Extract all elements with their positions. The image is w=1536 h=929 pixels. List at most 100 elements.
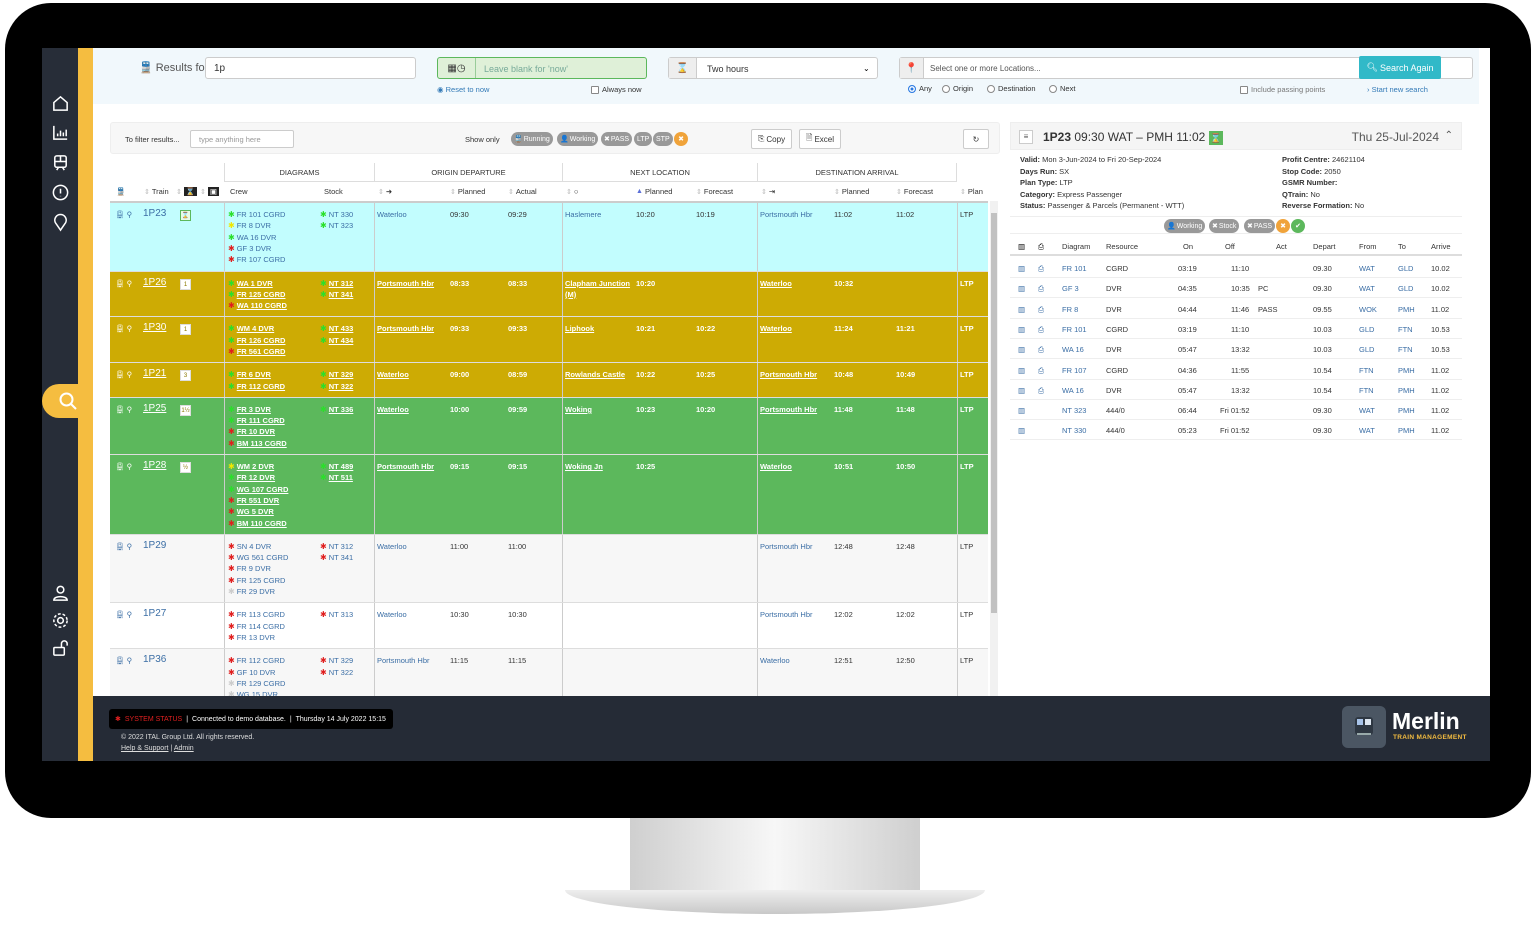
origin-location[interactable]: Portsmouth Hbr <box>377 323 447 334</box>
date-time-input[interactable]: ▦◷ Leave blank for 'now' <box>437 57 647 79</box>
crew-diagram[interactable]: FR 107 CGRD <box>237 255 286 264</box>
destination-location[interactable]: Waterloo <box>760 278 832 289</box>
train-icon[interactable] <box>50 152 70 172</box>
sort-train[interactable]: ⇕ Train <box>144 182 169 201</box>
from-location[interactable]: WAT <box>1359 284 1375 293</box>
origin-location-link[interactable]: Portsmouth Hbr <box>377 324 434 333</box>
crew-item[interactable]: ✱ FR 3 DVR <box>228 404 287 415</box>
table-row[interactable]: 🚆︎ ⚲ 1P26 1 ✱ WA 1 DVR ✱ FR 125 CGRD ✱ WA 110 CG… <box>110 271 988 318</box>
stock-item[interactable]: ✱ NT 322 <box>320 381 353 392</box>
stock-item[interactable]: ✱ NT 489 <box>320 461 353 472</box>
diagram-link[interactable]: GF 3 <box>1062 284 1079 293</box>
sort-origin-actual[interactable]: ⇕ Actual <box>508 182 537 201</box>
print-icon[interactable]: ⎙ <box>1038 264 1044 274</box>
start-new-search-link[interactable]: › Start new search <box>1367 85 1428 94</box>
destination-location-link[interactable]: Waterloo <box>760 656 790 665</box>
crew-diagram[interactable]: SN 4 DVR <box>237 542 272 551</box>
crew-item[interactable]: ✱ FR 113 CGRD <box>228 609 285 620</box>
crew-diagram[interactable]: FR 114 CGRD <box>237 622 285 631</box>
stock-item[interactable]: ✱ NT 312 <box>320 541 353 552</box>
crew-item[interactable]: ✱ WG 561 CGRD <box>228 552 288 563</box>
crew-diagram[interactable]: WG 5 DVR <box>237 507 274 516</box>
origin-location-link[interactable]: Waterloo <box>377 210 407 219</box>
sort-destination[interactable]: ⇕ ⇥ <box>761 182 775 201</box>
crew-item[interactable]: ✱ FR 112 CGRD <box>228 381 285 392</box>
from-location[interactable]: WAT <box>1359 264 1375 273</box>
clear-icon[interactable]: ✖ <box>1276 219 1290 233</box>
stock-item[interactable]: ✱ NT 434 <box>320 335 353 346</box>
location-pin-icon[interactable]: ⚲ <box>125 542 133 551</box>
from-location[interactable]: WOK <box>1359 305 1377 314</box>
diagram-row[interactable]: ▥ ⎙ FR 101 CGRD 03:19 11:10 10.03 GLD FTN 10.53 <box>1010 319 1462 339</box>
from-location[interactable]: FTN <box>1359 366 1374 375</box>
stock-item[interactable]: ✱ NT 330 <box>320 209 353 220</box>
columns-icon[interactable]: ▥ <box>1018 264 1025 273</box>
stock-unit[interactable]: NT 341 <box>329 290 354 299</box>
train-id[interactable]: 1P21 <box>143 368 166 379</box>
print-icon[interactable]: ⎙ <box>1038 386 1044 396</box>
crew-item[interactable]: ✱ FR 126 CGRD <box>228 335 285 346</box>
train-id[interactable]: 1P28 <box>143 460 166 471</box>
train-icon[interactable]: 🚆︎ <box>115 370 125 379</box>
filter-pill-working[interactable]: 👤 Working <box>557 132 599 146</box>
radio-next[interactable]: Next <box>1049 84 1075 93</box>
destination-location[interactable]: Portsmouth Hbr <box>760 209 832 220</box>
copy-button[interactable]: ⎘ Copy <box>751 129 793 149</box>
destination-location[interactable]: Waterloo <box>760 655 832 666</box>
diagram-link[interactable]: FR 101 <box>1062 264 1087 273</box>
crew-diagram[interactable]: FR 551 DVR <box>237 496 280 505</box>
stock-item[interactable]: ✱ NT 341 <box>320 289 353 300</box>
to-location[interactable]: FTN <box>1398 325 1413 334</box>
stock-unit[interactable]: NT 511 <box>329 473 353 482</box>
crew-item[interactable]: ✱ FR 8 DVR <box>228 220 285 231</box>
crew-item[interactable]: ✱ FR 125 CGRD <box>228 289 287 300</box>
crew-item[interactable]: ✱ WG 5 DVR <box>228 506 288 517</box>
from-location[interactable]: WAT <box>1359 406 1375 415</box>
columns-icon[interactable]: ▥ <box>1018 325 1025 334</box>
sort-origin-planned[interactable]: ⇕ Planned <box>450 182 485 201</box>
origin-location[interactable]: Portsmouth Hbr <box>377 655 447 666</box>
stock-unit[interactable]: NT 329 <box>329 370 354 379</box>
sort-next-planned[interactable]: ▲ Planned <box>636 182 672 201</box>
next-location[interactable]: Woking Jn <box>565 461 635 472</box>
crew-item[interactable]: ✱ FR 9 DVR <box>228 563 288 574</box>
crew-item[interactable]: ✱ FR 101 CGRD <box>228 209 285 220</box>
crew-diagram[interactable]: FR 3 DVR <box>237 405 271 414</box>
crew-item[interactable]: ✱ WA 1 DVR <box>228 278 287 289</box>
crew-item[interactable]: ✱ FR 129 CGRD <box>228 678 285 689</box>
destination-location[interactable]: Portsmouth Hbr <box>760 609 832 620</box>
next-location[interactable]: Woking <box>565 404 635 415</box>
next-location-link[interactable]: Woking <box>565 405 592 414</box>
crew-diagram[interactable]: FR 12 DVR <box>237 473 275 482</box>
from-location[interactable]: GLD <box>1359 345 1374 354</box>
to-location[interactable]: PMH <box>1398 366 1415 375</box>
origin-location[interactable]: Waterloo <box>377 609 447 620</box>
train-icon[interactable]: 🚆︎ <box>115 542 125 551</box>
menu-icon[interactable]: ≡ <box>1019 130 1033 144</box>
crew-diagram[interactable]: FR 13 DVR <box>237 633 275 642</box>
crew-item[interactable]: ✱ WM 4 DVR <box>228 323 285 334</box>
clear-filter-icon[interactable]: ✖ <box>674 132 688 146</box>
stock-unit[interactable]: NT 336 <box>329 405 354 414</box>
destination-location-link[interactable]: Waterloo <box>760 462 792 471</box>
crew-item[interactable]: ✱ FR 114 CGRD <box>228 621 285 632</box>
user-icon[interactable] <box>50 583 70 603</box>
next-location[interactable]: Haslemere <box>565 209 635 220</box>
diagram-row[interactable]: ▥ ⎙ WA 16 DVR 05:47 13:32 10.03 GLD FTN 10.53 <box>1010 339 1462 360</box>
destination-location[interactable]: Portsmouth Hbr <box>760 541 832 552</box>
columns-icon[interactable]: ▥ <box>1018 284 1025 293</box>
to-location[interactable]: PMH <box>1398 305 1415 314</box>
crew-item[interactable]: ✱ WG 107 CGRD <box>228 484 288 495</box>
origin-location-link[interactable]: Portsmouth Hbr <box>377 462 434 471</box>
crew-item[interactable]: ✱ FR 125 CGRD <box>228 575 288 586</box>
crew-item[interactable]: ✱ FR 29 DVR <box>228 586 288 597</box>
chevron-up-icon[interactable]: ⌃ <box>1445 130 1453 141</box>
stock-item[interactable]: ✱ NT 329 <box>320 369 353 380</box>
crew-diagram[interactable]: WA 1 DVR <box>237 279 273 288</box>
location-pin-icon[interactable]: ⚲ <box>125 656 133 665</box>
from-location[interactable]: FTN <box>1359 386 1374 395</box>
stock-unit[interactable]: NT 329 <box>329 656 353 665</box>
origin-location-link[interactable]: Portsmouth Hbr <box>377 279 434 288</box>
stock-item[interactable]: ✱ NT 313 <box>320 609 353 620</box>
filter-input[interactable]: type anything here <box>190 130 294 148</box>
